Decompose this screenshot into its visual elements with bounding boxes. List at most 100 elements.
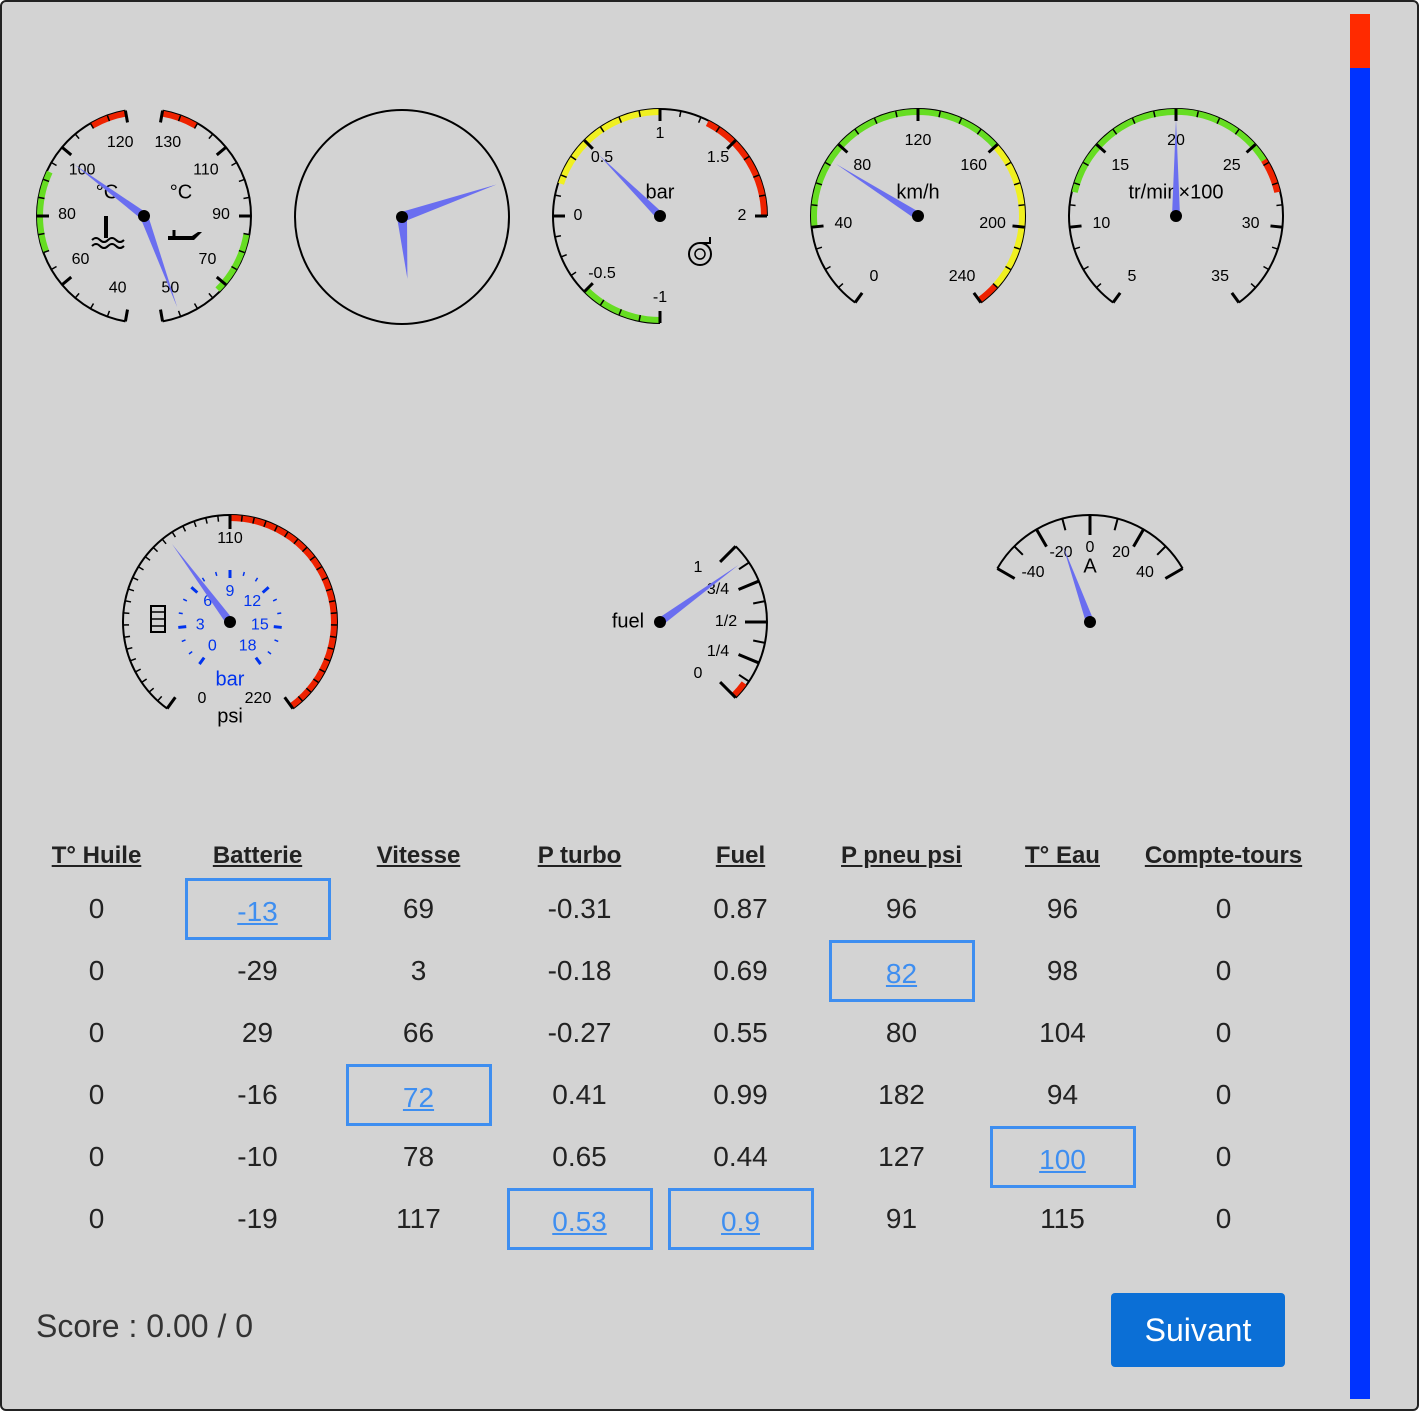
- selected-value-cell[interactable]: 100: [989, 1126, 1136, 1188]
- value-cell[interactable]: 0: [1151, 1064, 1297, 1126]
- value-cell[interactable]: 0: [1151, 940, 1297, 1002]
- table-cell[interactable]: 0.69: [660, 940, 821, 1002]
- value-cell[interactable]: 0.87: [668, 878, 814, 940]
- table-cell[interactable]: 29: [177, 1002, 338, 1064]
- value-cell[interactable]: 0: [24, 940, 170, 1002]
- value-cell[interactable]: 115: [990, 1188, 1136, 1250]
- table-cell[interactable]: 0.44: [660, 1126, 821, 1188]
- table-cell[interactable]: 0.41: [499, 1064, 660, 1126]
- value-cell[interactable]: 127: [829, 1126, 975, 1188]
- value-cell[interactable]: 0.44: [668, 1126, 814, 1188]
- table-cell[interactable]: 0.65: [499, 1126, 660, 1188]
- value-cell[interactable]: 3: [346, 940, 492, 1002]
- value-cell[interactable]: 0: [1151, 878, 1297, 940]
- next-button[interactable]: Suivant: [1111, 1293, 1285, 1367]
- table-cell[interactable]: 0: [1143, 1126, 1304, 1188]
- table-cell[interactable]: -10: [177, 1126, 338, 1188]
- table-cell[interactable]: -13: [177, 878, 338, 940]
- table-cell[interactable]: 0.87: [660, 878, 821, 940]
- table-cell[interactable]: 0: [1143, 1064, 1304, 1126]
- table-cell[interactable]: 98: [982, 940, 1143, 1002]
- value-cell[interactable]: -16: [185, 1064, 331, 1126]
- value-cell[interactable]: 0: [1151, 1002, 1297, 1064]
- value-cell[interactable]: 0.69: [668, 940, 814, 1002]
- table-cell[interactable]: 96: [982, 878, 1143, 940]
- table-cell[interactable]: 0.9: [660, 1188, 821, 1250]
- value-cell[interactable]: 96: [829, 878, 975, 940]
- selected-value-cell[interactable]: -13: [184, 878, 331, 940]
- table-cell[interactable]: 0: [1143, 878, 1304, 940]
- value-cell[interactable]: 94: [990, 1064, 1136, 1126]
- value-cell[interactable]: 182: [829, 1064, 975, 1126]
- value-cell[interactable]: 0.55: [668, 1002, 814, 1064]
- selected-value-cell[interactable]: 82: [828, 940, 975, 1002]
- table-cell[interactable]: 96: [821, 878, 982, 940]
- table-cell[interactable]: -29: [177, 940, 338, 1002]
- value-cell[interactable]: 0: [1151, 1188, 1297, 1250]
- table-cell[interactable]: 0: [16, 1064, 177, 1126]
- table-cell[interactable]: 0: [1143, 1002, 1304, 1064]
- selected-value-cell[interactable]: 0.53: [506, 1188, 653, 1250]
- value-cell[interactable]: 98: [990, 940, 1136, 1002]
- selected-value-link[interactable]: -13: [237, 896, 277, 927]
- table-cell[interactable]: 100: [982, 1126, 1143, 1188]
- table-cell[interactable]: 72: [338, 1064, 499, 1126]
- selected-value-link[interactable]: 0.9: [721, 1206, 760, 1237]
- value-cell[interactable]: 0: [24, 1126, 170, 1188]
- table-cell[interactable]: 115: [982, 1188, 1143, 1250]
- value-cell[interactable]: -0.27: [507, 1002, 653, 1064]
- table-cell[interactable]: 0: [1143, 940, 1304, 1002]
- value-cell[interactable]: -10: [185, 1126, 331, 1188]
- selected-value-link[interactable]: 72: [403, 1082, 434, 1113]
- table-cell[interactable]: -16: [177, 1064, 338, 1126]
- value-cell[interactable]: 91: [829, 1188, 975, 1250]
- value-cell[interactable]: 104: [990, 1002, 1136, 1064]
- value-cell[interactable]: 0.41: [507, 1064, 653, 1126]
- table-cell[interactable]: 0: [16, 1002, 177, 1064]
- value-cell[interactable]: 0: [24, 1188, 170, 1250]
- value-cell[interactable]: 0: [1151, 1126, 1297, 1188]
- table-cell[interactable]: 104: [982, 1002, 1143, 1064]
- table-cell[interactable]: -0.27: [499, 1002, 660, 1064]
- table-cell[interactable]: 117: [338, 1188, 499, 1250]
- selected-value-cell[interactable]: 0.9: [667, 1188, 814, 1250]
- selected-value-link[interactable]: 0.53: [552, 1206, 607, 1237]
- table-cell[interactable]: 66: [338, 1002, 499, 1064]
- value-cell[interactable]: -29: [185, 940, 331, 1002]
- table-cell[interactable]: -0.31: [499, 878, 660, 940]
- value-cell[interactable]: 29: [185, 1002, 331, 1064]
- selected-value-cell[interactable]: 72: [345, 1064, 492, 1126]
- table-cell[interactable]: 127: [821, 1126, 982, 1188]
- table-cell[interactable]: 80: [821, 1002, 982, 1064]
- value-cell[interactable]: 66: [346, 1002, 492, 1064]
- selected-value-link[interactable]: 82: [886, 958, 917, 989]
- value-cell[interactable]: -0.31: [507, 878, 653, 940]
- table-cell[interactable]: 0: [1143, 1188, 1304, 1250]
- table-cell[interactable]: 0: [16, 878, 177, 940]
- value-cell[interactable]: 78: [346, 1126, 492, 1188]
- value-cell[interactable]: 69: [346, 878, 492, 940]
- value-cell[interactable]: 0.65: [507, 1126, 653, 1188]
- value-cell[interactable]: -19: [185, 1188, 331, 1250]
- table-cell[interactable]: 0.53: [499, 1188, 660, 1250]
- table-cell[interactable]: 0: [16, 1188, 177, 1250]
- table-cell[interactable]: -0.18: [499, 940, 660, 1002]
- selected-value-link[interactable]: 100: [1039, 1144, 1086, 1175]
- value-cell[interactable]: 0: [24, 878, 170, 940]
- table-cell[interactable]: 182: [821, 1064, 982, 1126]
- table-cell[interactable]: 69: [338, 878, 499, 940]
- table-cell[interactable]: 91: [821, 1188, 982, 1250]
- table-cell[interactable]: -19: [177, 1188, 338, 1250]
- table-cell[interactable]: 78: [338, 1126, 499, 1188]
- value-cell[interactable]: 0: [24, 1064, 170, 1126]
- value-cell[interactable]: 117: [346, 1188, 492, 1250]
- table-cell[interactable]: 0.99: [660, 1064, 821, 1126]
- value-cell[interactable]: 0.99: [668, 1064, 814, 1126]
- value-cell[interactable]: 0: [24, 1002, 170, 1064]
- table-cell[interactable]: 94: [982, 1064, 1143, 1126]
- value-cell[interactable]: 80: [829, 1002, 975, 1064]
- table-cell[interactable]: 3: [338, 940, 499, 1002]
- value-cell[interactable]: -0.18: [507, 940, 653, 1002]
- table-cell[interactable]: 0: [16, 940, 177, 1002]
- table-cell[interactable]: 0.55: [660, 1002, 821, 1064]
